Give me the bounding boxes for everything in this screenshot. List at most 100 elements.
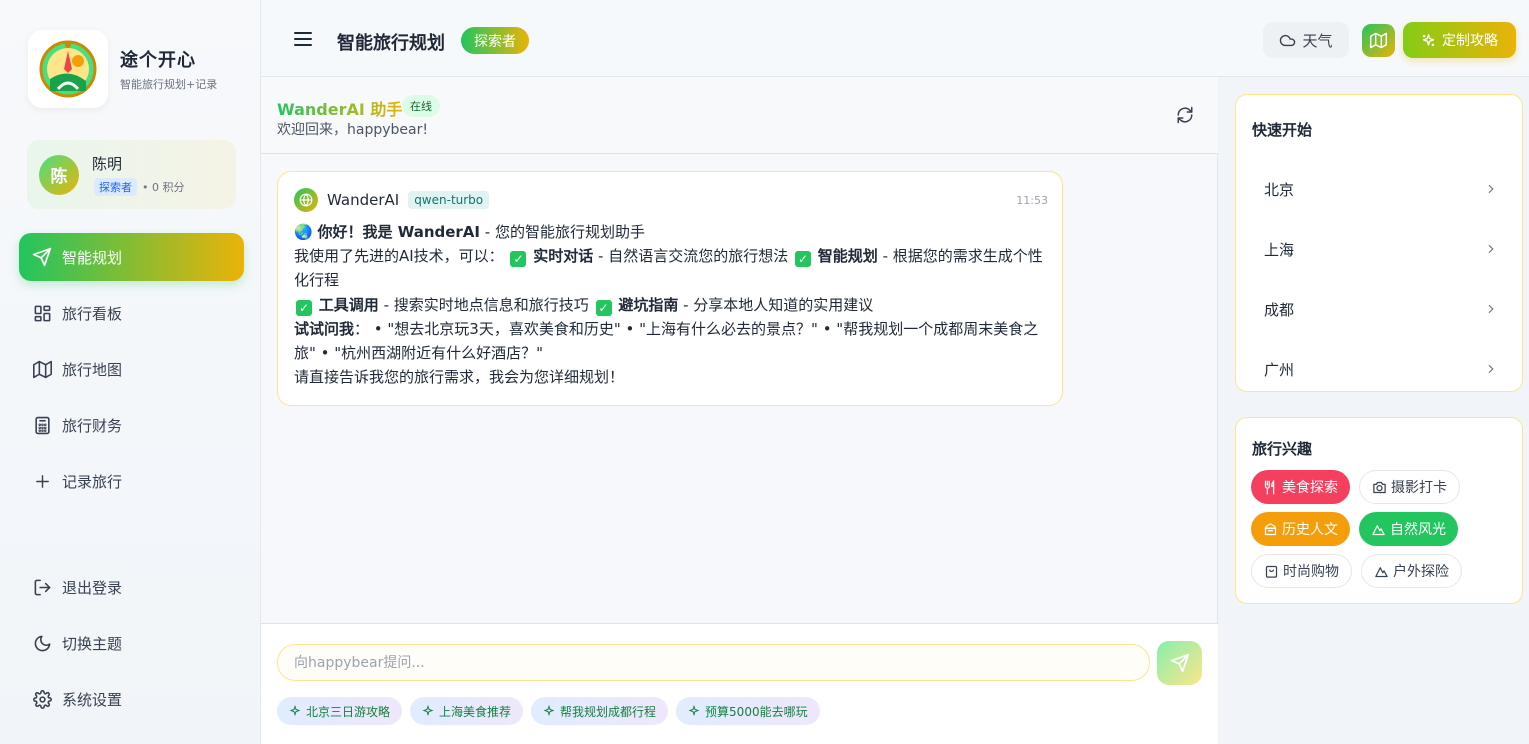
globe-icon [294, 188, 318, 212]
feature-title: 工具调用 [318, 295, 379, 314]
title-badge: 探索者 [461, 27, 529, 54]
message-sender: WanderAI [327, 191, 400, 209]
greeting-bold: 你好！我是 WanderAI [317, 223, 481, 241]
nav-item-record[interactable]: 记录旅行 [19, 457, 244, 505]
send-icon [32, 247, 52, 267]
weather-button[interactable]: 天气 [1263, 22, 1349, 58]
chevron-right-icon [1488, 364, 1494, 374]
nav-label: 退出登录 [62, 578, 123, 597]
nav-label: 智能规划 [62, 248, 123, 267]
mountain-icon [1375, 566, 1388, 577]
brand-subtitle: 智能旅行规划+记录 [120, 78, 218, 91]
cloud-icon [1280, 34, 1296, 46]
brand-name: 途个开心 [120, 50, 196, 71]
logout-icon [32, 577, 52, 597]
nav-item-finance[interactable]: 旅行财务 [19, 401, 244, 449]
tag-label: 时尚购物 [1283, 564, 1339, 580]
utensils-icon [1264, 479, 1275, 494]
suggestion-label: 帮我规划成都行程 [560, 704, 657, 719]
avatar: 陈 [39, 154, 79, 195]
user-name: 陈明 [92, 155, 123, 173]
nav-label: 旅行地图 [62, 360, 123, 379]
assistant-name: WanderAI 助手 [277, 96, 402, 120]
map-icon [1370, 32, 1387, 49]
chat-panel: WanderAI 助手 在线 欢迎回来，happybear! WanderAI … [261, 77, 1218, 744]
quick-start-card: 快速开始 北京 上海 成都 广州 [1235, 94, 1523, 392]
nav-item-map[interactable]: 旅行地图 [19, 345, 244, 393]
check-icon: ✓ [795, 251, 811, 268]
nav-item-smart-plan[interactable]: 智能规划 [19, 233, 244, 281]
quick-start-title: 快速开始 [1252, 121, 1313, 139]
greeting-rest: - 您的智能旅行规划助手 [480, 223, 645, 241]
suggestion-list: 北京三日游攻略 上海美食推荐 帮我规划成都行程 预算5000能去哪玩 [277, 697, 828, 725]
interest-tag[interactable]: 历史人文 [1251, 512, 1350, 546]
nav-item-dashboard[interactable]: 旅行看板 [19, 289, 244, 337]
try-title: 试试问我 [294, 319, 355, 338]
sparkles-icon [688, 705, 700, 717]
earth-icon: 🌏 [294, 223, 313, 241]
send-button[interactable] [1157, 641, 1202, 685]
model-badge: qwen-turbo [408, 191, 490, 209]
city-label: 北京 [1264, 180, 1295, 199]
user-card[interactable]: 陈 陈明 探索者 • 0 积分 [27, 140, 236, 209]
tag-label: 摄影打卡 [1391, 480, 1447, 496]
bottom-nav: 退出登录 切换主题 系统设置 [19, 563, 244, 731]
right-panel: 快速开始 北京 上海 成都 广州 旅行兴趣 美食探索 摄影打卡 历史人文 自然风… [1219, 77, 1529, 744]
suggestion-label: 北京三日游攻略 [306, 704, 391, 719]
main-nav: 智能规划 旅行看板 旅行地图 旅行财务 记录旅行 [19, 233, 244, 513]
nav-label: 记录旅行 [62, 472, 123, 491]
feature-desc: - 自然语言交流您的旅行想法 [593, 247, 789, 266]
suggestion-chip[interactable]: 北京三日游攻略 [277, 697, 403, 725]
camera-icon [1373, 481, 1386, 493]
map-icon [32, 359, 52, 379]
assistant-message: WanderAI qwen-turbo 11:53 🌏 你好！我是 Wander… [277, 171, 1063, 406]
custom-guide-button[interactable]: 定制攻略 [1403, 22, 1516, 58]
check-icon: ✓ [595, 299, 612, 316]
compass-logo-icon [28, 30, 108, 108]
nav-item-settings[interactable]: 系统设置 [19, 675, 244, 723]
suggestion-label: 上海美食推荐 [439, 704, 512, 719]
sidebar: 途个开心 智能旅行规划+记录 陈 陈明 探索者 • 0 积分 智能规划 旅行看板… [0, 0, 261, 744]
tag-label: 美食探索 [1282, 480, 1338, 496]
map-button[interactable] [1362, 24, 1395, 57]
calculator-icon [32, 415, 52, 435]
points-text: • 0 积分 [142, 181, 185, 194]
interest-tag[interactable]: 户外探险 [1361, 554, 1462, 588]
suggestion-chip[interactable]: 预算5000能去哪玩 [676, 697, 820, 725]
city-list: 北京 上海 成都 广州 [1248, 159, 1512, 399]
plus-icon [32, 471, 52, 491]
city-item[interactable]: 成都 [1248, 279, 1512, 339]
nav-label: 系统设置 [62, 690, 123, 709]
city-item[interactable]: 北京 [1248, 159, 1512, 219]
refresh-icon[interactable] [1176, 106, 1194, 128]
feature-desc: - 分享本地人知道的实用建议 [678, 295, 874, 314]
input-area: 北京三日游攻略 上海美食推荐 帮我规划成都行程 预算5000能去哪玩 [261, 623, 1218, 744]
check-icon: ✓ [296, 299, 312, 316]
chat-input[interactable] [277, 644, 1150, 681]
city-item[interactable]: 广州 [1248, 339, 1512, 399]
feature-title: 实时对话 [533, 247, 594, 266]
interest-tag[interactable]: 美食探索 [1251, 470, 1350, 504]
tag-label: 自然风光 [1390, 522, 1446, 538]
city-item[interactable]: 上海 [1248, 219, 1512, 279]
app-root: 途个开心 智能旅行规划+记录 陈 陈明 探索者 • 0 积分 智能规划 旅行看板… [0, 0, 1529, 744]
level-badge: 探索者 [94, 178, 137, 196]
nav-item-theme[interactable]: 切换主题 [19, 619, 244, 667]
suggestion-chip[interactable]: 上海美食推荐 [410, 697, 524, 725]
interest-tag[interactable]: 自然风光 [1359, 512, 1458, 546]
hamburger-menu-icon[interactable] [293, 30, 313, 48]
suggestion-label: 预算5000能去哪玩 [705, 704, 808, 719]
message-body: 🌏 你好！我是 WanderAI - 您的智能旅行规划助手 我使用了先进的AI技… [294, 220, 1046, 389]
custom-guide-label: 定制攻略 [1442, 33, 1498, 49]
chevron-right-icon [1488, 244, 1494, 254]
sparkles-icon [422, 705, 434, 717]
suggestion-chip[interactable]: 帮我规划成都行程 [531, 697, 669, 725]
interest-tag[interactable]: 时尚购物 [1251, 554, 1352, 588]
top-header: 智能旅行规划 探索者 天气 定制攻略 [261, 0, 1529, 77]
interest-tag[interactable]: 摄影打卡 [1359, 470, 1460, 504]
moon-icon [32, 633, 52, 653]
gear-icon [32, 689, 52, 709]
sparkles-icon [543, 705, 555, 717]
nav-item-logout[interactable]: 退出登录 [19, 563, 244, 611]
feature-desc: - 搜索实时地点信息和旅行技巧 [378, 295, 589, 314]
